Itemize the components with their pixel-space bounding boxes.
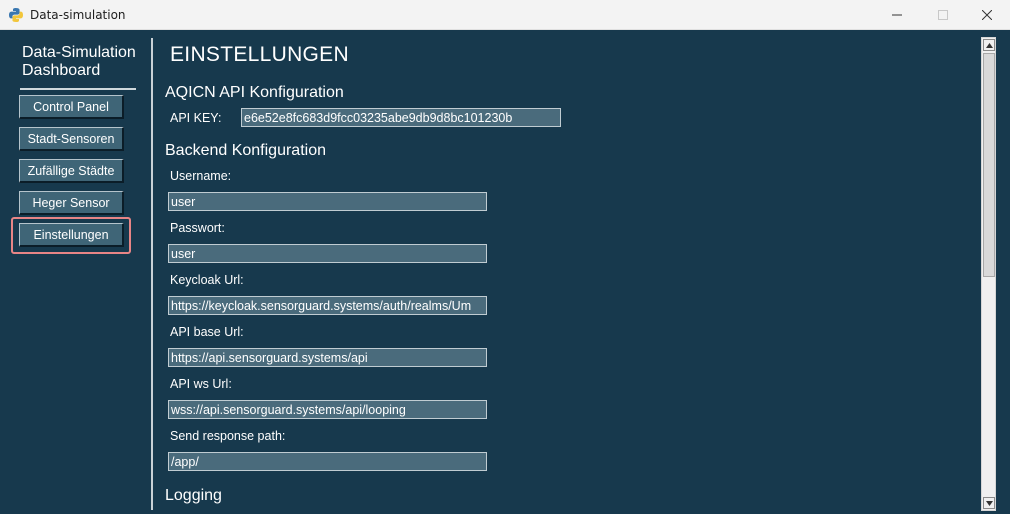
keycloak-url-input[interactable] <box>168 296 487 315</box>
triangle-down-icon <box>985 500 993 506</box>
api-ws-url-input[interactable] <box>168 400 487 419</box>
logging-section-heading: Logging <box>165 487 222 504</box>
sidebar-item-einstellungen[interactable]: Einstellungen <box>19 223 124 247</box>
username-label: Username: <box>170 169 232 183</box>
sidebar-item-stadt-sensoren[interactable]: Stadt-Sensoren <box>19 127 124 151</box>
password-label: Passwort: <box>170 221 225 235</box>
sidebar-item-zufaellige-staedte[interactable]: Zufällige Städte <box>19 159 124 183</box>
api-base-url-input[interactable] <box>168 348 487 367</box>
response-path-input[interactable] <box>168 452 487 471</box>
backend-section-heading: Backend Konfiguration <box>165 142 326 159</box>
minimize-button[interactable] <box>874 0 920 30</box>
scroll-up-button[interactable] <box>983 39 995 51</box>
api-key-input[interactable] <box>241 108 561 127</box>
aqicn-section-heading: AQICN API Konfiguration <box>165 84 344 101</box>
close-button[interactable] <box>964 0 1010 30</box>
api-base-url-label: API base Url: <box>170 325 244 339</box>
maximize-button[interactable] <box>920 0 966 30</box>
scrollbar-thumb[interactable] <box>983 53 995 277</box>
close-icon <box>982 10 992 20</box>
keycloak-url-label: Keycloak Url: <box>170 273 244 287</box>
api-ws-url-label: API ws Url: <box>170 377 232 391</box>
python-icon <box>9 8 23 22</box>
password-input[interactable] <box>168 244 487 263</box>
settings-panel: EINSTELLUNGEN AQICN API Konfiguration AP… <box>153 30 979 514</box>
api-key-label: API KEY: <box>170 111 222 125</box>
sidebar-item-heger-sensor[interactable]: Heger Sensor <box>19 191 124 215</box>
vertical-scrollbar[interactable] <box>981 37 996 511</box>
username-input[interactable] <box>168 192 487 211</box>
window-title: Data-simulation <box>30 8 126 22</box>
sidebar-brand: Data-Simulation Dashboard <box>22 44 136 79</box>
minimize-icon <box>892 14 902 16</box>
maximize-icon <box>938 10 948 20</box>
scroll-down-button[interactable] <box>983 497 995 509</box>
sidebar-item-control-panel[interactable]: Control Panel <box>19 95 124 119</box>
brand-divider <box>20 88 136 90</box>
response-path-label: Send response path: <box>170 429 286 443</box>
title-bar: Data-simulation <box>0 0 1010 30</box>
sidebar: Data-Simulation Dashboard Control Panel … <box>0 30 152 514</box>
page-title: EINSTELLUNGEN <box>170 43 349 66</box>
triangle-up-icon <box>985 42 993 48</box>
